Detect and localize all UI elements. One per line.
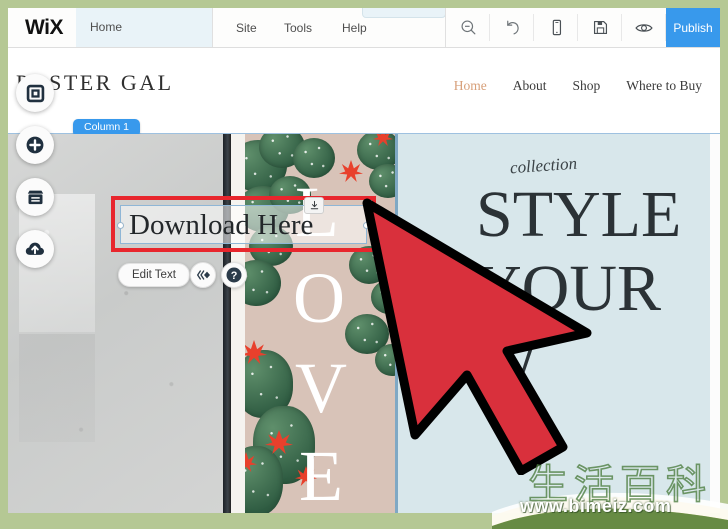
site-canvas: POSTER GAL Home About Shop Where to Buy … bbox=[8, 48, 720, 513]
current-page-label: Home bbox=[90, 20, 123, 34]
animation-button[interactable] bbox=[190, 262, 216, 288]
nav-link-shop[interactable]: Shop bbox=[573, 78, 601, 94]
download-icon bbox=[310, 200, 318, 210]
store-icon bbox=[27, 190, 43, 204]
poster-love-text: L O V E bbox=[245, 134, 395, 513]
resize-handle-right[interactable] bbox=[363, 222, 370, 229]
help-button[interactable]: ? bbox=[221, 262, 247, 288]
wall-paper-sheet-lower bbox=[19, 332, 95, 442]
poster-frame-mat bbox=[231, 134, 245, 513]
editor-left-sidebar bbox=[16, 74, 60, 282]
sidebar-item-menus-and-pages[interactable] bbox=[16, 74, 54, 112]
nav-link-where-to-buy[interactable]: Where to Buy bbox=[626, 78, 702, 94]
nav-link-about[interactable]: About bbox=[513, 78, 547, 94]
wix-logo[interactable]: WiX bbox=[16, 16, 72, 40]
svg-text:?: ? bbox=[231, 270, 238, 282]
zoom-out-icon bbox=[460, 20, 475, 35]
undo-button[interactable] bbox=[490, 8, 534, 47]
undo-icon bbox=[506, 20, 519, 35]
hero-line-1: STYLE bbox=[476, 178, 682, 251]
menu-site[interactable]: Site bbox=[236, 21, 257, 35]
hero-section: collection STYLE YOUR W bbox=[398, 134, 710, 513]
menu-help[interactable]: Help bbox=[342, 21, 367, 35]
help-question-icon: ? bbox=[226, 267, 242, 283]
download-here-text: Download Here bbox=[129, 209, 314, 241]
mobile-editor-button[interactable] bbox=[534, 8, 578, 47]
collapsed-panel-tab[interactable] bbox=[362, 8, 446, 18]
sidebar-item-add-apps[interactable] bbox=[16, 178, 54, 216]
toolbar-divider bbox=[212, 8, 213, 47]
plus-circle-icon bbox=[26, 136, 44, 154]
hero-line-3: W bbox=[476, 326, 539, 399]
canvas-right-edge bbox=[710, 134, 720, 513]
resize-handle-left[interactable] bbox=[117, 222, 124, 229]
sidebar-item-add[interactable] bbox=[16, 126, 54, 164]
preview-button[interactable] bbox=[622, 8, 666, 47]
screenshot-root: WiX Home Site Tools Help Publish POSTER … bbox=[0, 0, 728, 529]
site-nav: Home About Shop Where to Buy bbox=[454, 78, 702, 94]
upload-cloud-icon bbox=[25, 242, 44, 255]
hero-script-text: collection bbox=[509, 153, 578, 178]
nav-link-home[interactable]: Home bbox=[454, 78, 487, 94]
poster-letter-o: O bbox=[293, 258, 345, 338]
sidebar-item-my-uploads[interactable] bbox=[16, 230, 54, 268]
wix-editor-toolbar: WiX Home Site Tools Help Publish bbox=[8, 8, 720, 48]
edit-text-button[interactable]: Edit Text bbox=[118, 263, 190, 287]
poster-letter-e: E bbox=[299, 436, 343, 513]
zoom-out-button[interactable] bbox=[446, 8, 490, 47]
save-icon bbox=[593, 20, 607, 35]
poster-frame-edge bbox=[223, 134, 231, 513]
pages-square-icon bbox=[26, 84, 44, 102]
poster-letter-v: V bbox=[295, 348, 347, 428]
editor-frame: WiX Home Site Tools Help Publish POSTER … bbox=[8, 8, 720, 513]
site-header: POSTER GAL Home About Shop Where to Buy bbox=[8, 48, 720, 120]
menu-tools[interactable]: Tools bbox=[284, 21, 312, 35]
preview-eye-icon bbox=[635, 23, 653, 32]
publish-button[interactable]: Publish bbox=[666, 8, 720, 47]
save-button[interactable] bbox=[578, 8, 622, 47]
download-icon-chip[interactable] bbox=[304, 197, 324, 214]
hero-line-2: YOUR bbox=[474, 252, 662, 325]
current-page-chip[interactable]: Home bbox=[76, 8, 212, 47]
mobile-view-icon bbox=[552, 19, 561, 36]
animation-icon bbox=[197, 270, 210, 280]
cactus-love-poster: L O V E bbox=[245, 134, 395, 513]
selected-text-element[interactable]: Download Here bbox=[117, 197, 370, 244]
